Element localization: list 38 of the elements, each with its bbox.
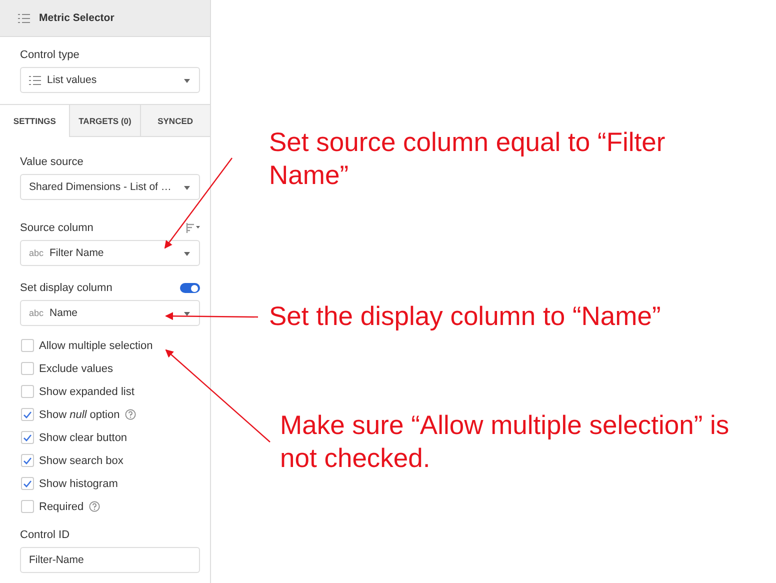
help-icon[interactable] (124, 409, 136, 420)
checkbox[interactable] (21, 431, 34, 444)
panel-title: Metric Selector (39, 12, 114, 24)
field-label: Set display column (20, 282, 112, 294)
checkbox-label: Show histogram (39, 478, 118, 490)
checkbox-label: Allow multiple selection (39, 340, 153, 352)
tab[interactable]: TARGETS (0) (69, 105, 140, 137)
checkbox-label: Required (39, 500, 84, 512)
field-label: Control ID (20, 529, 71, 541)
source-column-dropdown[interactable]: abc Filter Name (20, 240, 200, 266)
checkbox[interactable] (21, 477, 34, 490)
checkbox[interactable] (21, 454, 34, 467)
checkbox[interactable] (21, 385, 34, 398)
checkbox-label: Show null option (39, 408, 120, 420)
checkbox-label: Exclude values (39, 362, 113, 374)
control-type-dropdown[interactable]: List values (20, 67, 200, 93)
checkbox[interactable] (21, 339, 34, 352)
checkbox[interactable] (21, 500, 34, 513)
checkbox[interactable] (21, 362, 34, 375)
tab[interactable]: SYNCED (140, 105, 210, 137)
annotation-text: Set the display column to “Name” (269, 300, 661, 333)
checkbox[interactable] (21, 408, 34, 421)
control-id-field[interactable]: Filter-Name (20, 547, 200, 573)
display-column-dropdown[interactable]: abc Name (20, 300, 200, 326)
checkbox-label: Show search box (39, 454, 124, 466)
sort-icon[interactable] (186, 223, 200, 233)
value-source-dropdown[interactable]: Shared Dimensions - List of … (20, 174, 200, 200)
field-label: Source column (20, 222, 94, 234)
list-icon (18, 12, 30, 24)
toggle-switch[interactable] (180, 283, 200, 293)
help-icon[interactable] (88, 501, 100, 512)
checkbox-label: Show expanded list (39, 386, 134, 398)
annotation-text: Set source column equal to “Filter Name” (269, 126, 666, 192)
list-icon (29, 74, 41, 86)
checkbox-label: Show clear button (39, 432, 128, 444)
annotation-text: Make sure “Allow multiple selection” is not checked. (280, 409, 730, 475)
field-label: Value source (20, 156, 84, 168)
field-label: Control type (20, 49, 80, 61)
